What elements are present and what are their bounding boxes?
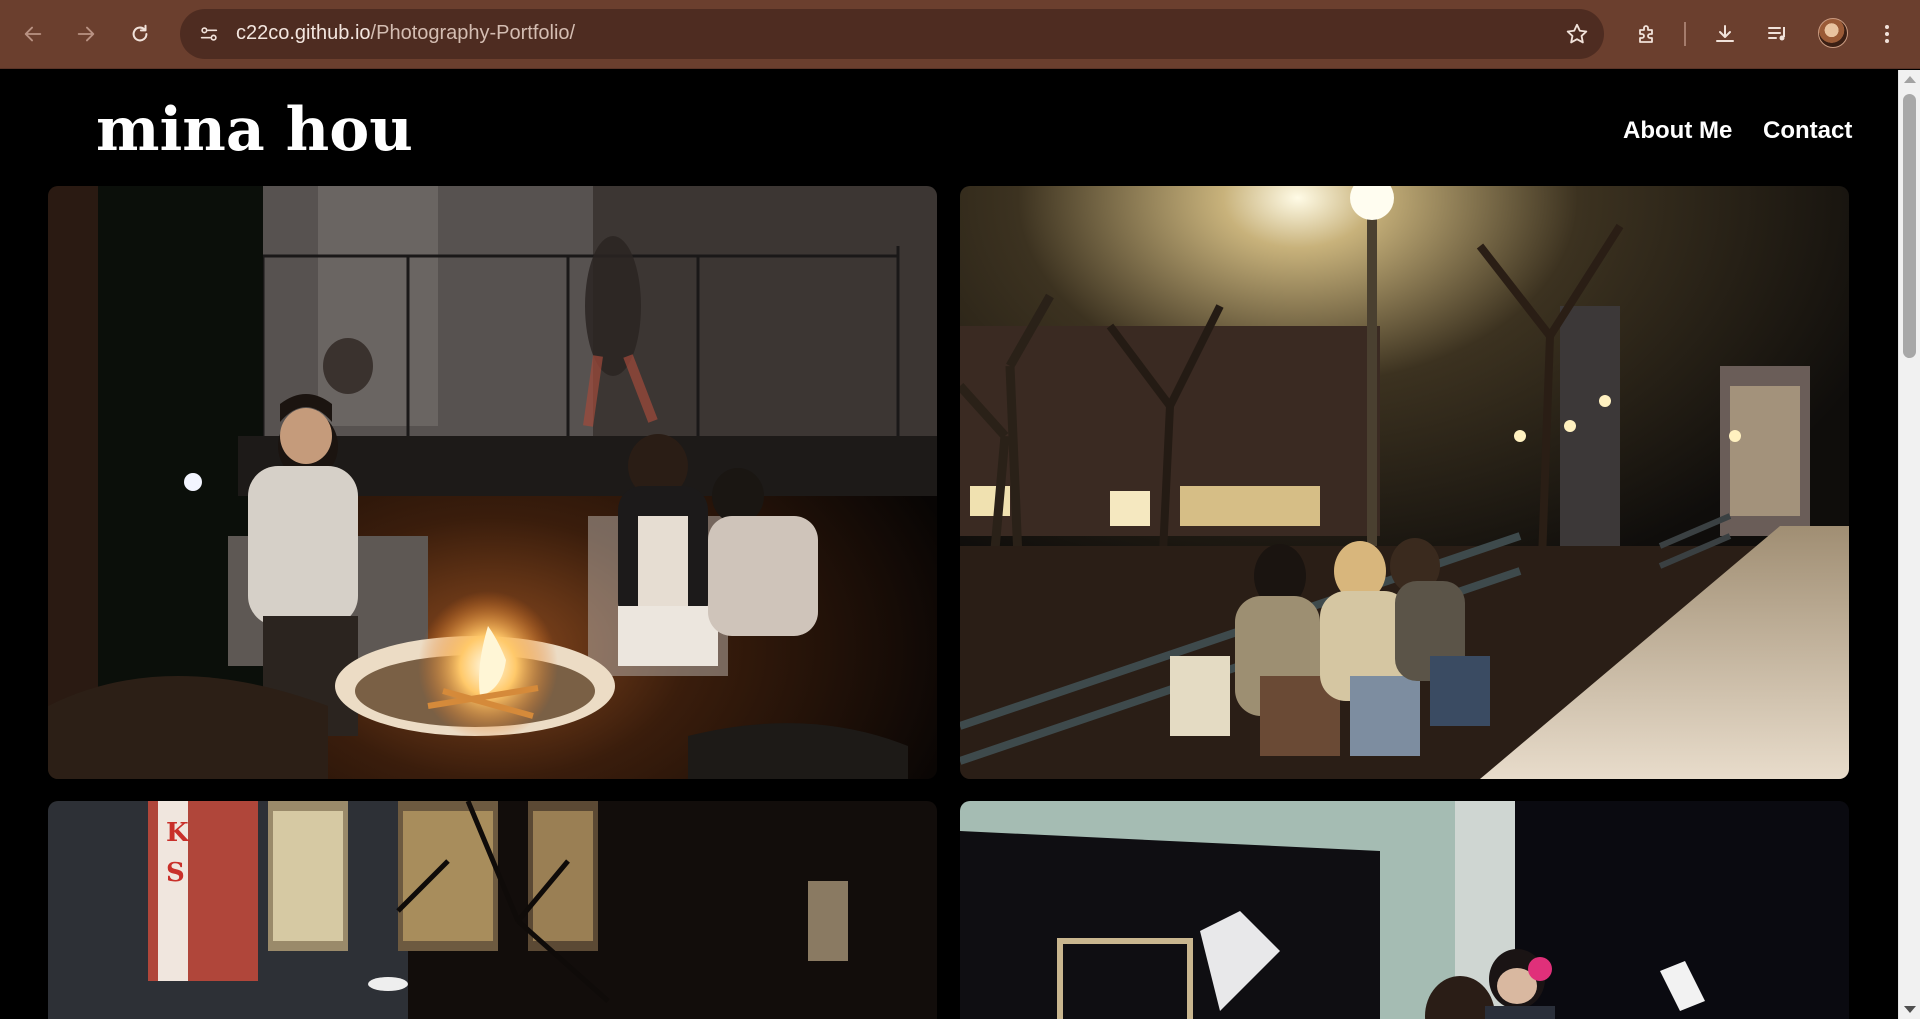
url-path: /Photography-Portfolio/ <box>370 22 576 44</box>
media-controls-icon[interactable] <box>1761 17 1795 51</box>
url-text[interactable]: c22co.github.io/Photography-Portfolio/ <box>236 22 575 45</box>
back-arrow-icon[interactable] <box>16 17 50 51</box>
url-host: c22co.github.io <box>236 22 371 44</box>
gallery-photo-bookstore[interactable]: K S <box>48 801 937 1019</box>
svg-text:S: S <box>166 858 185 888</box>
page-viewport: mina hou About Me Contact K S <box>0 70 1898 1019</box>
download-icon[interactable] <box>1708 17 1742 51</box>
extensions-icon[interactable] <box>1630 17 1664 51</box>
site-info-icon[interactable] <box>194 19 224 49</box>
photo-bookstore-image: K S <box>48 801 937 1019</box>
photo-bonfire-image <box>48 186 937 779</box>
page-scrollbar[interactable] <box>1898 70 1920 1019</box>
nav-about-me[interactable]: About Me <box>1623 117 1732 145</box>
gallery-photo-park-bench[interactable] <box>960 186 1849 779</box>
photo-park-bench-image <box>960 186 1849 779</box>
site-logo[interactable]: mina hou <box>96 95 413 165</box>
scrollbar-thumb[interactable] <box>1903 94 1916 358</box>
bookmark-star-icon[interactable] <box>1564 21 1590 47</box>
nav-contact[interactable]: Contact <box>1763 117 1852 145</box>
forward-arrow-icon[interactable] <box>69 17 103 51</box>
svg-text:K: K <box>166 818 190 848</box>
scroll-down-arrow-icon[interactable] <box>1904 1006 1916 1013</box>
toolbar-divider <box>1684 22 1686 46</box>
kebab-menu-icon[interactable] <box>1870 17 1904 51</box>
browser-toolbar: c22co.github.io/Photography-Portfolio/ <box>0 0 1920 69</box>
gallery-photo-bonfire[interactable] <box>48 186 937 779</box>
address-bar[interactable]: c22co.github.io/Photography-Portfolio/ <box>180 9 1604 59</box>
profile-avatar[interactable] <box>1818 18 1848 48</box>
gallery-photo-studio[interactable] <box>960 801 1849 1019</box>
scroll-up-arrow-icon[interactable] <box>1904 76 1916 83</box>
photo-studio-image <box>960 801 1849 1019</box>
reload-icon[interactable] <box>123 17 157 51</box>
